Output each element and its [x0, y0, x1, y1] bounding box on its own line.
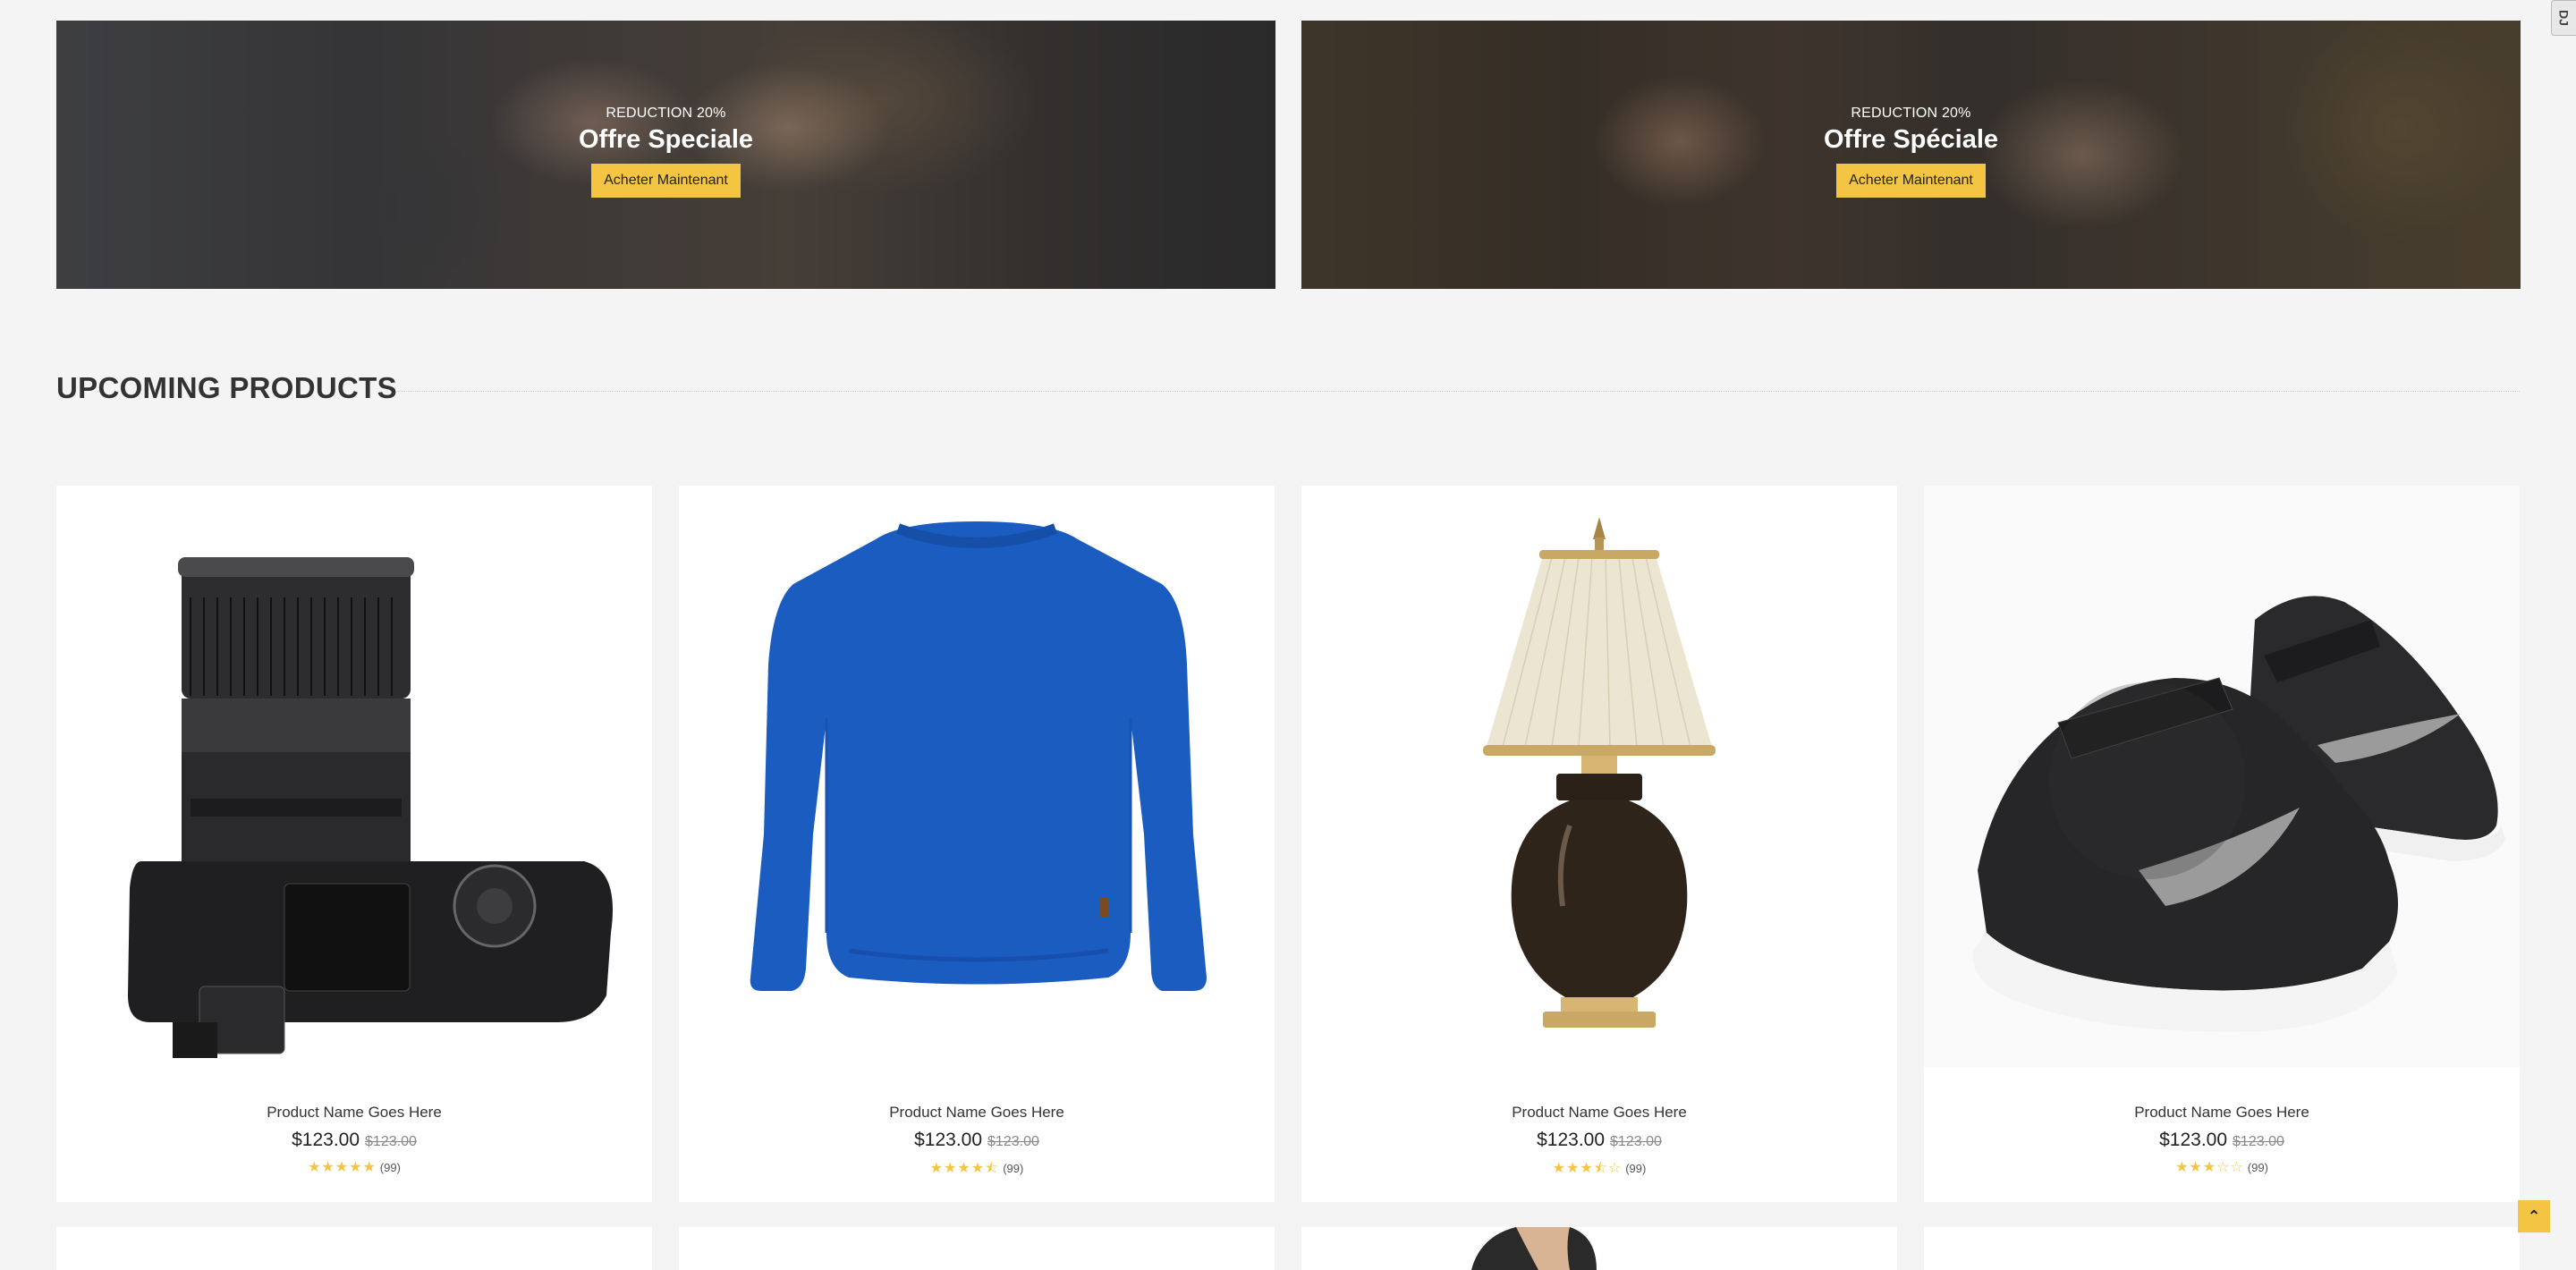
price-old: $123.00 [1610, 1134, 1662, 1149]
product-image-sweater[interactable] [679, 486, 1275, 1067]
price-current: $123.00 [2159, 1130, 2228, 1150]
product-image-lamp[interactable] [1301, 486, 1897, 1067]
price-old: $123.00 [365, 1134, 417, 1149]
product-rating: ★★★⯪☆ (99) [1301, 1158, 1897, 1182]
product-price: $123.00 $123.00 [56, 1130, 652, 1151]
section-title: UPCOMING PRODUCTS [56, 371, 397, 404]
product-card-partial[interactable] [1301, 1227, 1897, 1270]
promo-banner-1: REDUCTION 20% Offre Speciale Acheter Mai… [56, 21, 1275, 289]
product-image-partial [1471, 1227, 1597, 1270]
product-card-partial[interactable] [679, 1227, 1275, 1270]
product-image-sneakers[interactable] [1924, 486, 2520, 1067]
product-rating: ★★★☆☆ (99) [1924, 1158, 2520, 1176]
rating-stars-icon: ★★★★⯪ [929, 1161, 1000, 1176]
banner-title: Offre Speciale [578, 124, 754, 154]
product-name[interactable]: Product Name Goes Here [1924, 1104, 2520, 1122]
banner-subtitle: REDUCTION 20% [606, 105, 726, 121]
product-card[interactable]: Product Name Goes Here $123.00 $123.00 ★★… [56, 486, 652, 1202]
product-rating: ★★★★★ (99) [56, 1158, 652, 1176]
section-divider [398, 391, 2520, 392]
product-name[interactable]: Product Name Goes Here [679, 1104, 1275, 1122]
rating-count: (99) [2247, 1161, 2268, 1174]
product-name[interactable]: Product Name Goes Here [56, 1104, 652, 1122]
product-price: $123.00 $123.00 [679, 1130, 1275, 1151]
product-price: $123.00 $123.00 [1301, 1130, 1897, 1151]
product-name[interactable]: Product Name Goes Here [1301, 1104, 1897, 1122]
side-tab[interactable]: DJ [2551, 0, 2576, 36]
price-old: $123.00 [2233, 1134, 2284, 1149]
product-card[interactable]: Product Name Goes Here $123.00 $123.00 ★★… [679, 486, 1275, 1202]
banner-subtitle: REDUCTION 20% [1851, 105, 1971, 121]
product-image-camera[interactable] [56, 486, 652, 1067]
double-chevron-up-icon[interactable]: ⌃ [2518, 1200, 2550, 1232]
banner-title: Offre Spéciale [1823, 124, 1999, 154]
product-price: $123.00 $123.00 [1924, 1130, 2520, 1151]
price-old: $123.00 [987, 1134, 1039, 1149]
rating-stars-icon: ★★★★★ [308, 1160, 377, 1175]
rating-count: (99) [1003, 1162, 1024, 1175]
rating-stars-icon: ★★★☆☆ [2175, 1160, 2244, 1175]
product-rating: ★★★★⯪ (99) [679, 1158, 1275, 1182]
product-card-partial[interactable] [1924, 1227, 2520, 1270]
promo-banner-2: REDUCTION 20% Offre Spéciale Acheter Mai… [1301, 21, 2521, 289]
price-current: $123.00 [914, 1130, 983, 1150]
rating-count: (99) [379, 1161, 401, 1174]
rating-stars-icon: ★★★⯪☆ [1552, 1161, 1623, 1176]
product-card[interactable]: Product Name Goes Here $123.00 $123.00 ★★… [1301, 486, 1897, 1202]
rating-count: (99) [1625, 1162, 1647, 1175]
price-current: $123.00 [292, 1130, 360, 1150]
price-current: $123.00 [1537, 1130, 1606, 1150]
product-card-partial[interactable] [56, 1227, 652, 1270]
product-card[interactable]: Product Name Goes Here $123.00 $123.00 ★★… [1924, 486, 2520, 1202]
shop-now-button[interactable]: Acheter Maintenant [1836, 163, 1986, 198]
shop-now-button[interactable]: Acheter Maintenant [591, 163, 741, 198]
